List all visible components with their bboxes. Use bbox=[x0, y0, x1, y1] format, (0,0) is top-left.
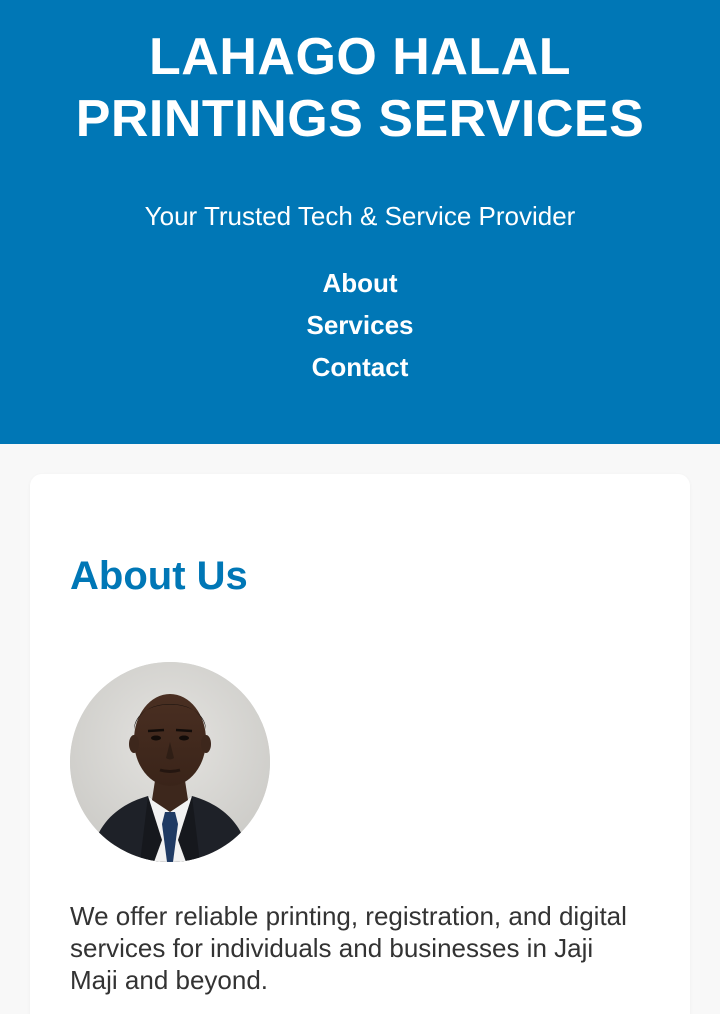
nav-link-about[interactable]: About bbox=[322, 262, 397, 304]
site-title-line1: LAHAGO HALAL bbox=[149, 28, 571, 86]
nav-link-services[interactable]: Services bbox=[307, 304, 414, 346]
about-title: About Us bbox=[70, 554, 248, 598]
person-portrait-icon bbox=[70, 662, 270, 862]
main-content: About Us We offer reliable printing, reg… bbox=[0, 444, 720, 1014]
site-title: LAHAGO HALAL PRINTINGS SERVICES bbox=[0, 26, 720, 150]
main-nav: About Services Contact bbox=[0, 262, 720, 388]
tagline: Your Trusted Tech & Service Provider bbox=[144, 201, 576, 231]
about-description: We offer reliable printing, registration… bbox=[70, 901, 627, 995]
site-header: LAHAGO HALAL PRINTINGS SERVICES Your Tru… bbox=[0, 0, 720, 444]
about-card: About Us We offer reliable printing, reg… bbox=[30, 474, 690, 1014]
site-title-line2: PRINTINGS SERVICES bbox=[75, 90, 645, 148]
nav-link-contact[interactable]: Contact bbox=[312, 346, 409, 388]
profile-avatar bbox=[70, 662, 270, 862]
